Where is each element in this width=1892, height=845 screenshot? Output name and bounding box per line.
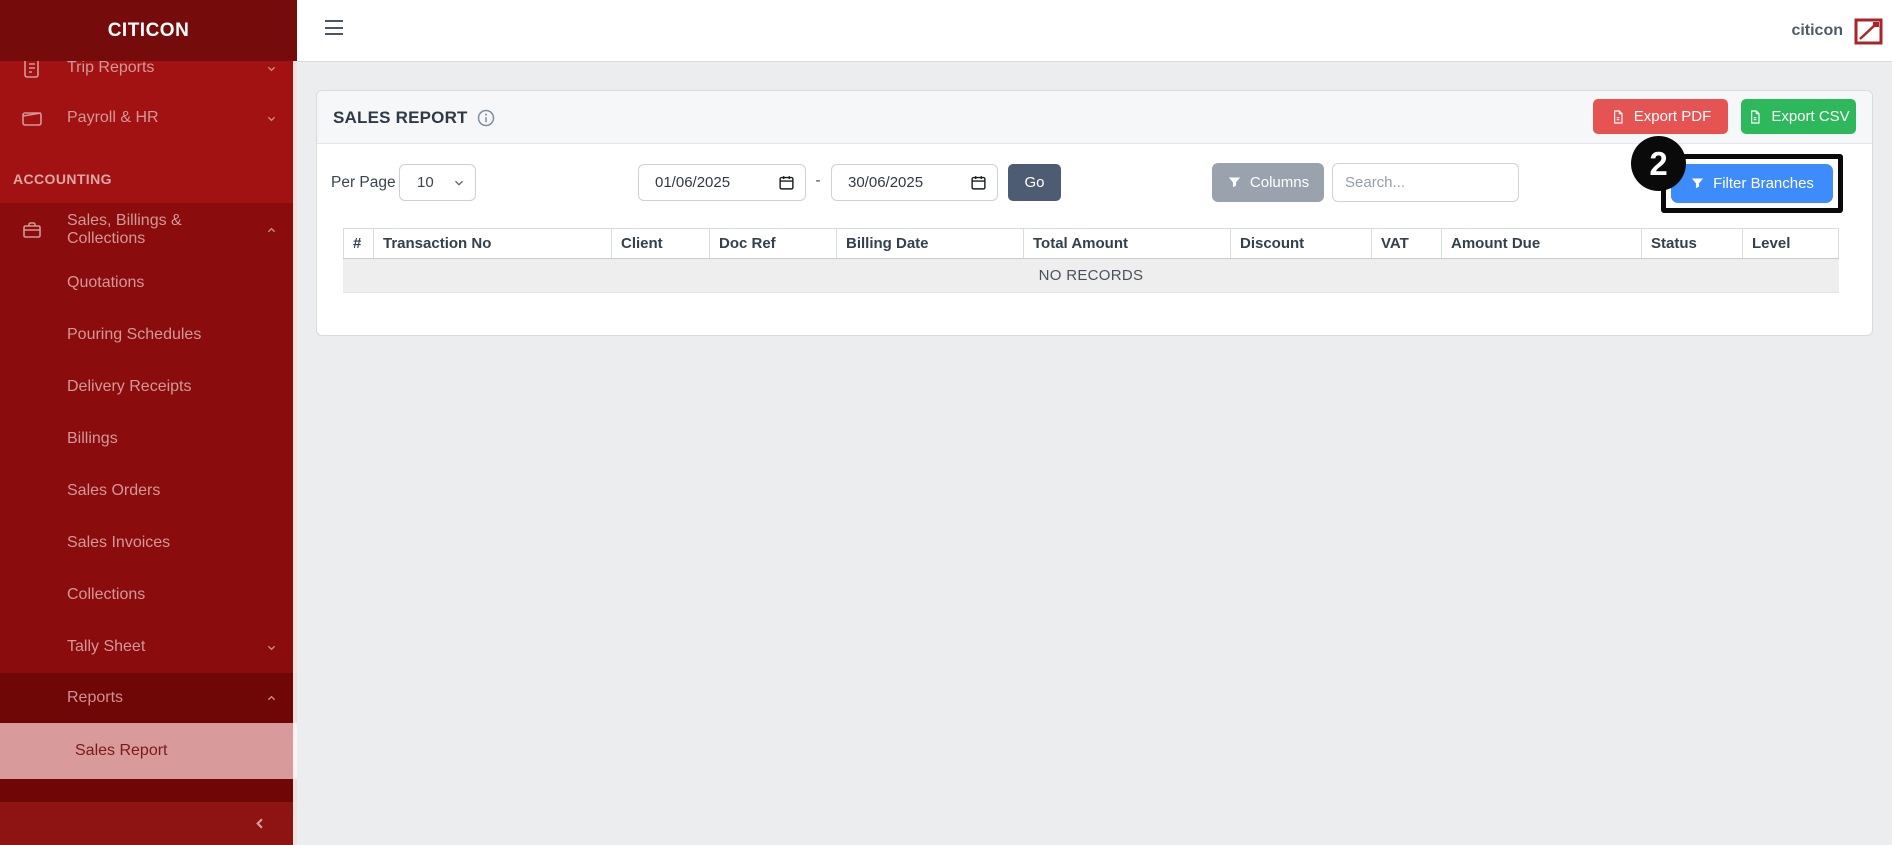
briefcase-icon xyxy=(23,222,41,238)
column-header-discount[interactable]: Discount xyxy=(1230,229,1371,258)
calendar-icon[interactable] xyxy=(970,174,987,191)
chevron-down-icon xyxy=(267,116,276,121)
info-icon[interactable] xyxy=(476,108,496,128)
export-pdf-label: Export PDF xyxy=(1633,108,1712,125)
export-pdf-button[interactable]: Export PDF xyxy=(1593,99,1728,134)
chevron-up-icon xyxy=(267,695,276,700)
filter-branches-button[interactable]: Filter Branches xyxy=(1671,164,1833,203)
go-label: Go xyxy=(1024,174,1045,191)
sidebar-item-sales-invoices[interactable]: Sales Invoices xyxy=(0,517,297,569)
sidebar-item-reports[interactable]: Reports xyxy=(0,673,297,723)
sidebar-item-label: Quotations xyxy=(67,274,145,291)
sidebar-item-label: Trip Reports xyxy=(67,59,155,76)
sidebar: Trip Reports Payroll & HR ACCOUNTING Sal… xyxy=(0,0,297,845)
sidebar-item-label: Sales Invoices xyxy=(67,534,171,551)
topbar-username: citicon xyxy=(1791,22,1843,39)
app-logo-icon[interactable] xyxy=(1854,18,1883,45)
card-header: SALES REPORT Export PDF Export CSV xyxy=(317,91,1872,144)
sidebar-menu: Trip Reports Payroll & HR ACCOUNTING Sal… xyxy=(0,43,297,802)
sidebar-scrollbar[interactable] xyxy=(293,61,297,845)
date-range-separator: - xyxy=(815,172,821,189)
column-header-billing-date[interactable]: Billing Date xyxy=(836,229,1023,258)
sidebar-item-tally-sheet[interactable]: Tally Sheet xyxy=(0,621,297,673)
columns-button[interactable]: Columns xyxy=(1212,163,1324,202)
sidebar-item-label: Sales Report xyxy=(75,742,168,759)
sidebar-footer xyxy=(0,802,297,845)
sales-report-card: SALES REPORT Export PDF Export CSV Per P… xyxy=(316,90,1873,336)
sidebar-item-clipped[interactable] xyxy=(0,779,297,802)
table-header-row: # Transaction No Client Doc Ref Billing … xyxy=(343,228,1839,259)
sidebar-item-quotations[interactable]: Quotations xyxy=(0,257,297,309)
sidebar-item-billings[interactable]: Billings xyxy=(0,413,297,465)
sidebar-item-label: Reports xyxy=(67,689,124,706)
sidebar-collapse-icon[interactable] xyxy=(252,815,269,832)
search-input[interactable] xyxy=(1332,163,1519,202)
sidebar-brand-header: CITICON xyxy=(0,0,297,61)
sidebar-item-delivery-receipts[interactable]: Delivery Receipts xyxy=(0,361,297,413)
sidebar-item-label: Pouring Schedules xyxy=(67,326,202,343)
sidebar-item-payroll-hr[interactable]: Payroll & HR xyxy=(0,93,297,143)
export-csv-label: Export CSV xyxy=(1771,108,1850,125)
app-window: Trip Reports Payroll & HR ACCOUNTING Sal… xyxy=(0,0,1892,845)
filter-branches-label: Filter Branches xyxy=(1713,175,1814,192)
per-page-label: Per Page xyxy=(331,174,396,191)
column-header-transaction-no[interactable]: Transaction No xyxy=(373,229,611,258)
brand-logo-text: CITICON xyxy=(107,19,190,41)
column-header-client[interactable]: Client xyxy=(611,229,709,258)
filter-icon xyxy=(1228,177,1241,188)
per-page-select[interactable]: 10 xyxy=(399,164,476,201)
sales-report-table: # Transaction No Client Doc Ref Billing … xyxy=(343,228,1839,293)
column-header-number[interactable]: # xyxy=(343,229,373,258)
hamburger-menu-icon[interactable] xyxy=(325,20,343,35)
chevron-down-icon xyxy=(455,180,463,186)
chevron-down-icon xyxy=(267,66,276,71)
calendar-icon[interactable] xyxy=(778,174,795,191)
sidebar-item-sales-orders[interactable]: Sales Orders xyxy=(0,465,297,517)
sidebar-section-accounting: ACCOUNTING xyxy=(13,171,112,187)
export-csv-button[interactable]: Export CSV xyxy=(1741,99,1856,134)
column-header-total-amount[interactable]: Total Amount xyxy=(1023,229,1230,258)
table-empty-row: NO RECORDS xyxy=(343,259,1839,293)
column-header-doc-ref[interactable]: Doc Ref xyxy=(709,229,836,258)
column-header-amount-due[interactable]: Amount Due xyxy=(1441,229,1641,258)
sidebar-item-label: Sales, Billings & Collections xyxy=(67,212,182,247)
column-header-status[interactable]: Status xyxy=(1641,229,1742,258)
sidebar-item-label: Collections xyxy=(67,586,146,603)
sidebar-item-pouring-schedules[interactable]: Pouring Schedules xyxy=(0,309,297,361)
date-to-field xyxy=(831,164,998,201)
sidebar-item-label: Delivery Receipts xyxy=(67,378,192,395)
chevron-up-icon xyxy=(267,227,276,232)
no-records-text: NO RECORDS xyxy=(1038,267,1144,284)
chevron-down-icon xyxy=(267,645,276,650)
column-header-vat[interactable]: VAT xyxy=(1371,229,1441,258)
main-area: citicon SALES REPORT Export PDF Export C… xyxy=(297,0,1892,845)
columns-label: Columns xyxy=(1249,174,1310,191)
topbar: citicon xyxy=(297,0,1892,62)
date-from-input[interactable] xyxy=(653,173,753,192)
csv-file-icon xyxy=(1751,109,1760,124)
sidebar-item-label: Billings xyxy=(67,430,118,447)
per-page-value: 10 xyxy=(417,174,434,191)
date-from-field xyxy=(638,164,806,201)
go-button[interactable]: Go xyxy=(1008,164,1061,201)
filter-icon xyxy=(1691,178,1704,189)
topbar-right: citicon xyxy=(1791,0,1883,62)
page-title-row: SALES REPORT xyxy=(333,91,496,144)
wallet-icon xyxy=(22,112,42,126)
sidebar-item-label: Tally Sheet xyxy=(67,638,146,655)
date-to-input[interactable] xyxy=(846,173,946,192)
column-header-level[interactable]: Level xyxy=(1742,229,1839,258)
annotation-step-number: 2 xyxy=(1649,144,1668,182)
sidebar-item-sales-billings-collections[interactable]: Sales, Billings & Collections xyxy=(0,203,297,257)
sidebar-item-label: Payroll & HR xyxy=(67,109,159,126)
sidebar-group-sales-billings: Sales, Billings & Collections Quotations… xyxy=(0,203,297,673)
page-title: SALES REPORT xyxy=(333,107,468,127)
sidebar-item-sales-report-active[interactable]: Sales Report xyxy=(0,723,297,779)
sidebar-item-collections[interactable]: Collections xyxy=(0,569,297,621)
pdf-file-icon xyxy=(1613,109,1623,124)
sidebar-item-label: Sales Orders xyxy=(67,482,161,499)
